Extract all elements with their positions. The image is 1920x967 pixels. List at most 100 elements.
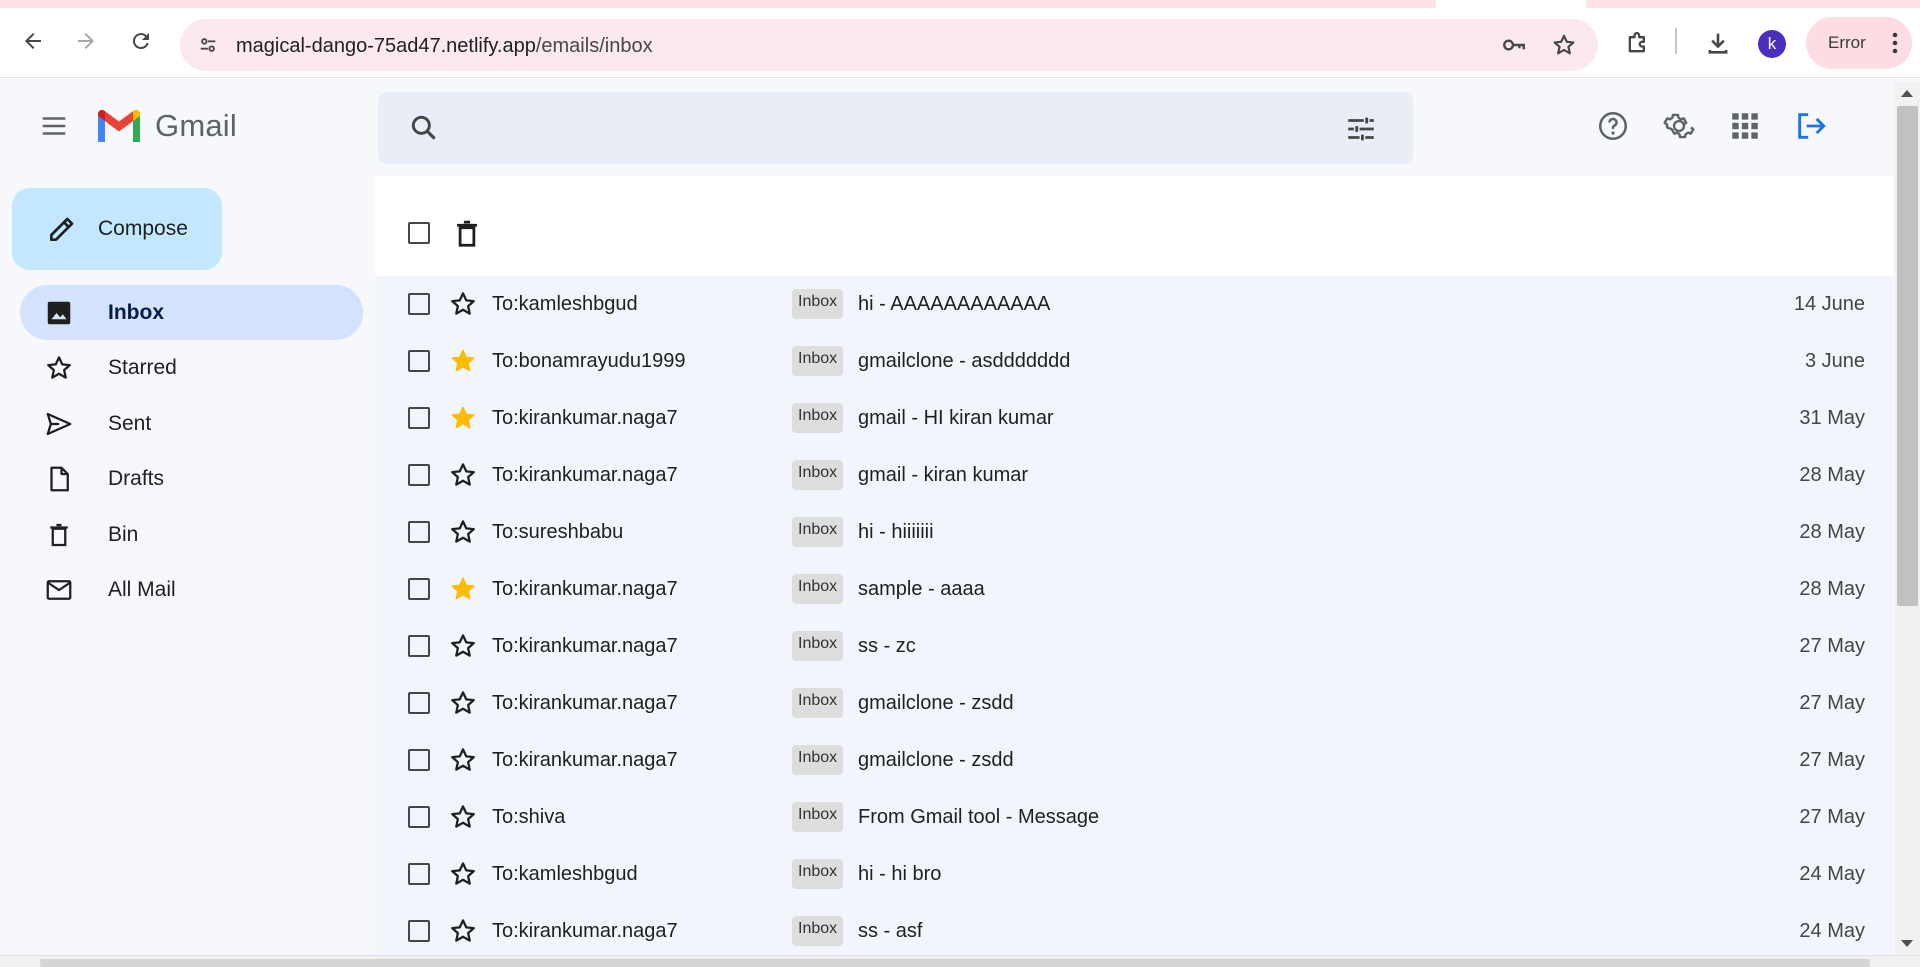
sidebar-item-all-mail[interactable]: All Mail: [20, 562, 363, 617]
star-filled-icon[interactable]: [448, 403, 478, 433]
email-row[interactable]: To:kamleshbgud Inbox hi - AAAAAAAAAAAA 14 J…: [375, 276, 1893, 333]
sidebar-item-inbox[interactable]: Inbox: [20, 285, 363, 340]
horizontal-scrollbar[interactable]: [0, 955, 1920, 967]
star-outline-icon[interactable]: [448, 916, 478, 946]
sidebar-item-drafts[interactable]: Drafts: [20, 451, 363, 506]
email-row[interactable]: To:kirankumar.naga7 Inbox gmailclone - zsd…: [375, 732, 1893, 789]
forward-button[interactable]: [66, 21, 106, 61]
email-checkbox[interactable]: [408, 635, 430, 657]
active-tab[interactable]: [1436, 0, 1586, 8]
email-row[interactable]: To:kirankumar.naga7 Inbox gmail - kiran ku…: [375, 447, 1893, 504]
email-subject: gmailclone - zsdd: [858, 749, 1014, 771]
inbox-label-badge: Inbox: [792, 346, 844, 376]
email-checkbox[interactable]: [408, 293, 430, 315]
email-recipient: To:sureshbabu: [492, 521, 624, 543]
email-recipient: To:kamleshbgud: [492, 293, 638, 315]
email-row[interactable]: To:kirankumar.naga7 Inbox gmailclone - zsd…: [375, 675, 1893, 732]
star-outline-icon[interactable]: [448, 517, 478, 547]
email-checkbox[interactable]: [408, 464, 430, 486]
star-filled-icon[interactable]: [448, 346, 478, 376]
inbox-label-badge: Inbox: [792, 745, 844, 775]
email-recipient: To:bonamrayudu1999: [492, 350, 686, 372]
select-all-checkbox[interactable]: [408, 222, 430, 244]
star-outline-icon[interactable]: [448, 859, 478, 889]
email-checkbox[interactable]: [408, 521, 430, 543]
email-checkbox[interactable]: [408, 806, 430, 828]
url-host: magical-dango-75ad47.netlify.app: [236, 35, 536, 57]
email-checkbox[interactable]: [408, 920, 430, 942]
site-info-button[interactable]: [192, 29, 224, 61]
sidebar-item-starred[interactable]: Starred: [20, 340, 363, 395]
error-menu-button[interactable]: Error: [1806, 17, 1912, 69]
back-button[interactable]: [13, 21, 53, 61]
inbox-label-badge: Inbox: [792, 688, 844, 718]
main-menu-button[interactable]: [32, 104, 76, 148]
email-subject: hi - hi bro: [858, 863, 942, 885]
horizontal-scrollbar-thumb[interactable]: [40, 959, 1870, 967]
settings-button[interactable]: [1661, 108, 1697, 144]
email-checkbox[interactable]: [408, 350, 430, 372]
email-checkbox[interactable]: [408, 863, 430, 885]
email-row[interactable]: To:shiva Inbox From Gmail tool - Message 27…: [375, 789, 1893, 846]
downloads-button[interactable]: [1700, 25, 1736, 61]
error-label: Error: [1828, 33, 1866, 52]
email-row[interactable]: To:kirankumar.naga7 Inbox ss - asf 24 May: [375, 903, 1893, 956]
password-key-button[interactable]: [1500, 31, 1528, 59]
reload-button[interactable]: [121, 21, 161, 61]
email-row[interactable]: To:kirankumar.naga7 Inbox gmail - HI kiran…: [375, 390, 1893, 447]
star-outline-icon[interactable]: [448, 460, 478, 490]
email-date: 14 June: [1793, 293, 1865, 315]
star-filled-icon[interactable]: [448, 574, 478, 604]
search-input[interactable]: [468, 108, 1318, 148]
email-row[interactable]: To:kirankumar.naga7 Inbox sample - aaaa 28 …: [375, 561, 1893, 618]
email-subject: ss - asf: [858, 920, 923, 942]
inbox-label-badge: Inbox: [792, 403, 844, 433]
compose-label: Compose: [98, 217, 188, 240]
apps-button[interactable]: [1727, 108, 1763, 144]
sidebar-item-label: Drafts: [108, 466, 165, 490]
email-checkbox[interactable]: [408, 692, 430, 714]
search-icon[interactable]: [408, 112, 440, 144]
email-recipient: To:shiva: [492, 806, 566, 828]
logout-button[interactable]: [1793, 108, 1829, 144]
more-vert-icon: [1892, 32, 1898, 54]
profile-avatar[interactable]: k: [1758, 30, 1786, 58]
email-subject: gmail - kiran kumar: [858, 464, 1029, 486]
scrollbar-thumb[interactable]: [1897, 106, 1918, 606]
help-button[interactable]: [1595, 108, 1631, 144]
gmail-logo[interactable]: Gmail: [95, 108, 237, 144]
url-text[interactable]: magical-dango-75ad47.netlify.app/emails/…: [236, 35, 653, 58]
sidebar-item-sent[interactable]: Sent: [20, 396, 363, 451]
email-row[interactable]: To:sureshbabu Inbox hi - hiiiiiii 28 May: [375, 504, 1893, 561]
star-outline-icon[interactable]: [448, 289, 478, 319]
scroll-down-arrow[interactable]: [1901, 940, 1913, 947]
search-options-icon[interactable]: [1344, 112, 1378, 146]
email-subject: hi - hiiiiiii: [858, 521, 934, 543]
scroll-up-arrow[interactable]: [1901, 90, 1913, 97]
star-outline-icon[interactable]: [448, 688, 478, 718]
bookmark-button[interactable]: [1550, 31, 1578, 59]
email-date: 27 May: [1799, 692, 1865, 714]
search-bar[interactable]: [378, 92, 1413, 164]
email-recipient: To:kirankumar.naga7: [492, 578, 678, 600]
delete-icon[interactable]: [452, 218, 482, 250]
extensions-button[interactable]: [1620, 25, 1656, 61]
compose-button[interactable]: Compose: [12, 188, 222, 270]
star-outline-icon[interactable]: [448, 802, 478, 832]
star-outline-icon[interactable]: [448, 631, 478, 661]
email-recipient: To:kirankumar.naga7: [492, 635, 678, 657]
email-checkbox[interactable]: [408, 578, 430, 600]
email-checkbox[interactable]: [408, 407, 430, 429]
address-bar[interactable]: magical-dango-75ad47.netlify.app/emails/…: [180, 19, 1598, 71]
email-row[interactable]: To:kamleshbgud Inbox hi - hi bro 24 May: [375, 846, 1893, 903]
email-row[interactable]: To:kirankumar.naga7 Inbox ss - zc 27 May: [375, 618, 1893, 675]
email-date: 27 May: [1799, 635, 1865, 657]
sidebar-item-label: Sent: [108, 411, 152, 435]
email-checkbox[interactable]: [408, 749, 430, 771]
vertical-scrollbar[interactable]: [1895, 82, 1920, 955]
email-subject: gmailclone - zsdd: [858, 692, 1014, 714]
star-outline-icon[interactable]: [448, 745, 478, 775]
sidebar-item-bin[interactable]: Bin: [20, 507, 363, 562]
email-row[interactable]: To:bonamrayudu1999 Inbox gmailclone - asdd…: [375, 333, 1893, 390]
puzzle-icon: [1628, 31, 1645, 53]
